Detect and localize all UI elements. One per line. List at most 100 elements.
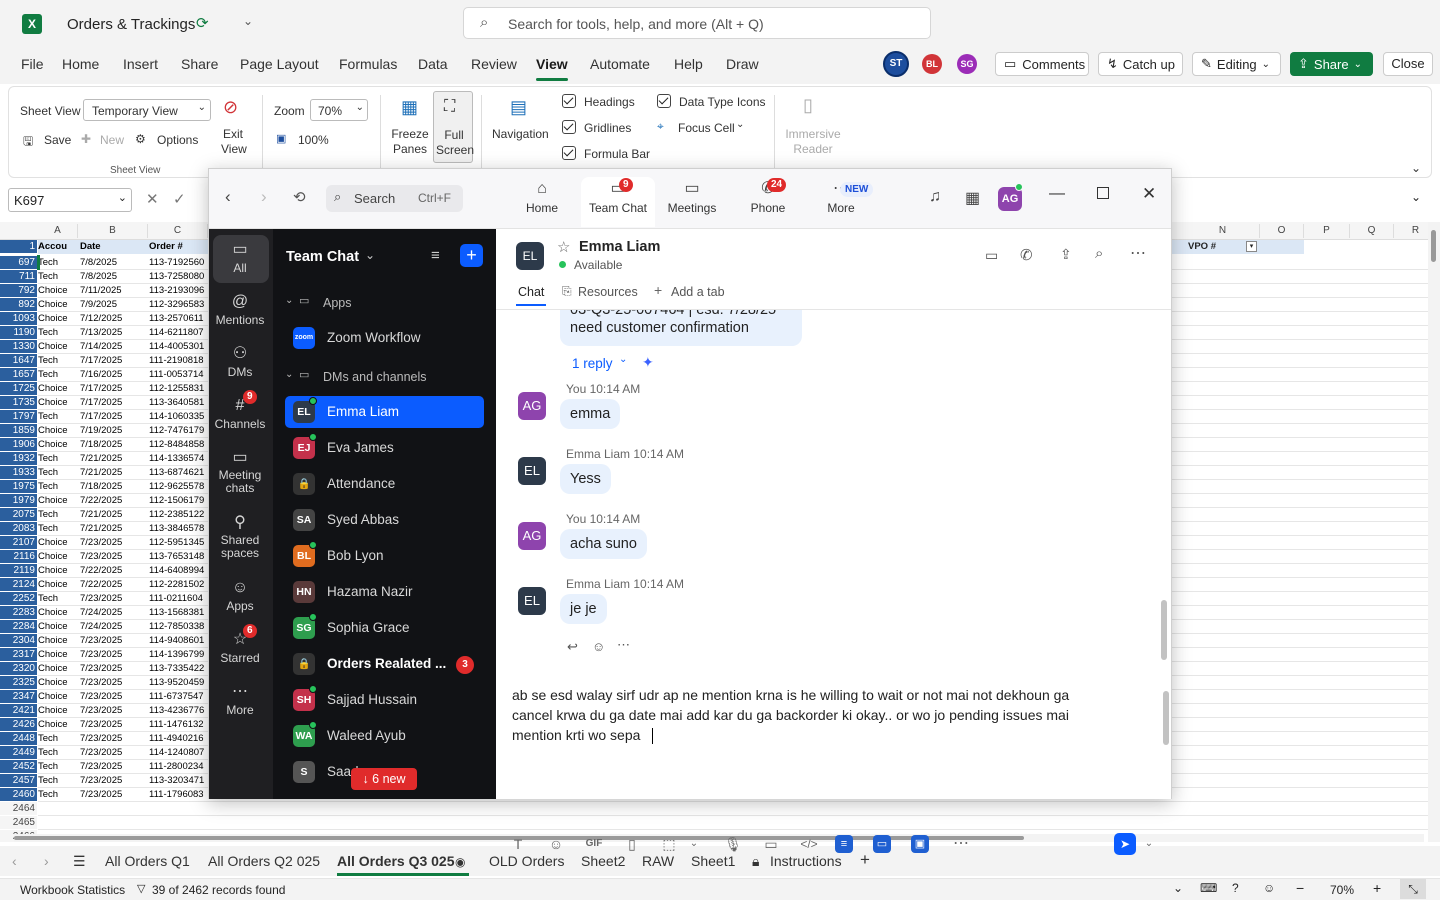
row-header[interactable]: 2083 (0, 522, 37, 536)
formula-bar-checkbox[interactable] (562, 146, 576, 160)
cell-date[interactable]: 7/21/2025 (80, 466, 146, 480)
cell-order[interactable]: 111-6737547 (149, 690, 209, 704)
apps-section-label[interactable]: Apps (323, 296, 352, 310)
cell-account[interactable]: Tech (38, 788, 78, 802)
cell-order[interactable]: 113-4236776 (149, 704, 209, 718)
chevron-down-icon[interactable]: ⌄ (1173, 881, 1183, 895)
scroll-thumb[interactable] (1431, 230, 1436, 262)
new-view-button[interactable]: New (100, 133, 124, 147)
cell-account[interactable]: Choice (38, 564, 78, 578)
message-avatar[interactable]: AG (518, 522, 546, 550)
rail-dms[interactable]: ⚇ DMs (209, 343, 271, 379)
cell-order[interactable]: 113-9520459 (149, 676, 209, 690)
row-header[interactable]: 2325 (0, 676, 37, 690)
format-text-icon[interactable]: T (506, 832, 530, 856)
row-header[interactable]: 2347 (0, 690, 37, 704)
cell-date[interactable]: 7/11/2025 (80, 284, 146, 298)
row-header[interactable]: 1190 (0, 326, 37, 340)
minimize-icon[interactable]: — (1049, 185, 1065, 203)
cell-date[interactable]: 7/16/2025 (80, 368, 146, 382)
cell-account[interactable]: Choice (38, 494, 78, 508)
row-header[interactable]: 2449 (0, 746, 37, 760)
history-icon[interactable]: ⟲ (293, 188, 306, 206)
row-header[interactable]: 1933 (0, 466, 37, 480)
cell-order[interactable]: 112-7476179 (149, 424, 209, 438)
cell-order[interactable]: 114-1060335 (149, 410, 209, 424)
chat-list-title[interactable]: Team Chat (286, 249, 359, 265)
cell-account[interactable]: Choice (38, 606, 78, 620)
fit-screen-icon[interactable]: ⤡ (1400, 879, 1426, 899)
back-icon[interactable]: ‹ (225, 187, 231, 207)
reply-icon[interactable]: ↩ (567, 639, 578, 655)
search-box[interactable]: ⌕ Search for tools, help, and more (Alt … (463, 7, 931, 39)
row-header[interactable]: 2284 (0, 620, 37, 634)
contact-item[interactable]: 🔒 Orders Realated ... 3 (285, 648, 484, 680)
row-header[interactable]: 792 (0, 284, 37, 298)
cell-order[interactable]: 111-4940216 (149, 732, 209, 746)
row-header[interactable]: 1725 (0, 382, 37, 396)
phone-call-icon[interactable]: ✆ (1020, 246, 1033, 264)
cell-order[interactable]: 111-2800234 (149, 760, 209, 774)
cell-date[interactable]: 7/24/2025 (80, 620, 146, 634)
menu-insert[interactable]: Insert (123, 56, 158, 72)
cell-account[interactable]: Choice (38, 718, 78, 732)
menu-data[interactable]: Data (418, 56, 448, 72)
sheet-tab-q3[interactable]: All Orders Q3 025 (337, 853, 455, 869)
cell-account[interactable]: Choice (38, 578, 78, 592)
cell-date[interactable]: 7/23/2025 (80, 774, 146, 788)
sheet-tab-q2[interactable]: All Orders Q2 025 (208, 853, 320, 869)
rail-meeting-chats[interactable]: ▭ Meeting chats (209, 447, 271, 495)
cell-order[interactable]: 111-1796083 (149, 788, 209, 802)
formula-bar-expand-icon[interactable]: ⌄ (1411, 190, 1421, 204)
row-header[interactable]: 892 (0, 298, 37, 312)
cell-date[interactable]: 7/12/2025 (80, 312, 146, 326)
message-bubble[interactable]: je je (560, 594, 607, 624)
row-header[interactable]: 2448 (0, 732, 37, 746)
rail-shared-spaces[interactable]: ⚲ Shared spaces (209, 512, 271, 560)
message-scrollbar[interactable] (1161, 600, 1167, 660)
tabs-prev-icon[interactable]: ‹ (12, 853, 17, 869)
row-header[interactable]: 2124 (0, 578, 37, 592)
cell-account[interactable]: Tech (38, 354, 78, 368)
cell-account[interactable]: Choice (38, 424, 78, 438)
add-sheet-icon[interactable]: + (860, 850, 870, 870)
cell-account[interactable]: Tech (38, 270, 78, 284)
more-options-icon[interactable]: ⋯ (617, 637, 630, 653)
menu-share[interactable]: Share (181, 56, 218, 72)
cell-order[interactable]: 114-6408994 (149, 564, 209, 578)
cell-date[interactable]: 7/22/2025 (80, 564, 146, 578)
catch-up-button[interactable]: ↯ Catch up (1098, 52, 1183, 76)
rail-all[interactable]: ▭ All (209, 239, 271, 275)
cell-order[interactable]: 113-3203471 (149, 774, 209, 788)
ai-summary-icon[interactable]: ✦ (642, 354, 654, 371)
menu-draw[interactable]: Draw (726, 56, 759, 72)
cell-order[interactable]: 113-2570611 (149, 312, 209, 326)
filter-icon[interactable]: ▾ (1246, 241, 1257, 252)
confirm-icon[interactable]: ✓ (173, 190, 186, 208)
status-zoom-value[interactable]: 70% (1330, 883, 1354, 897)
message-composer[interactable]: ab se esd walay sirf udr ap ne mention k… (496, 684, 1171, 774)
row-header[interactable]: 2304 (0, 634, 37, 648)
cell-account[interactable]: Tech (38, 466, 78, 480)
cell-order[interactable]: 112-2385122 (149, 508, 209, 522)
tab-home[interactable]: ⌂ Home (505, 177, 579, 227)
horizontal-scrollbar[interactable] (14, 834, 1424, 842)
cell-order[interactable]: 111-2190818 (149, 354, 209, 368)
row-header[interactable]: 2465 (0, 816, 37, 830)
more-options-icon[interactable]: ⋯ (1130, 243, 1146, 263)
title-dropdown-icon[interactable]: ⌄ (243, 14, 253, 28)
gif-icon[interactable]: GIF (582, 832, 606, 856)
rail-channels[interactable]: # Channels (209, 395, 271, 431)
workbook-title[interactable]: Orders & Trackings (67, 16, 195, 33)
row-header[interactable]: 1647 (0, 354, 37, 368)
zoom-dropdown[interactable]: 70% ⌄ (310, 99, 368, 121)
cell-account[interactable]: Choice (38, 634, 78, 648)
cell-date[interactable]: 7/14/2025 (80, 340, 146, 354)
cell-account[interactable]: Tech (38, 256, 78, 270)
row-header-1[interactable]: 1 (0, 240, 37, 254)
header-order[interactable]: Order # (149, 240, 209, 254)
contact-item[interactable]: WA Waleed Ayub (285, 720, 484, 752)
contact-item[interactable]: HN Hazama Nazir (285, 576, 484, 608)
calendar-icon[interactable]: ▦ (965, 188, 980, 208)
contact-item[interactable]: SG Sophia Grace (285, 612, 484, 644)
